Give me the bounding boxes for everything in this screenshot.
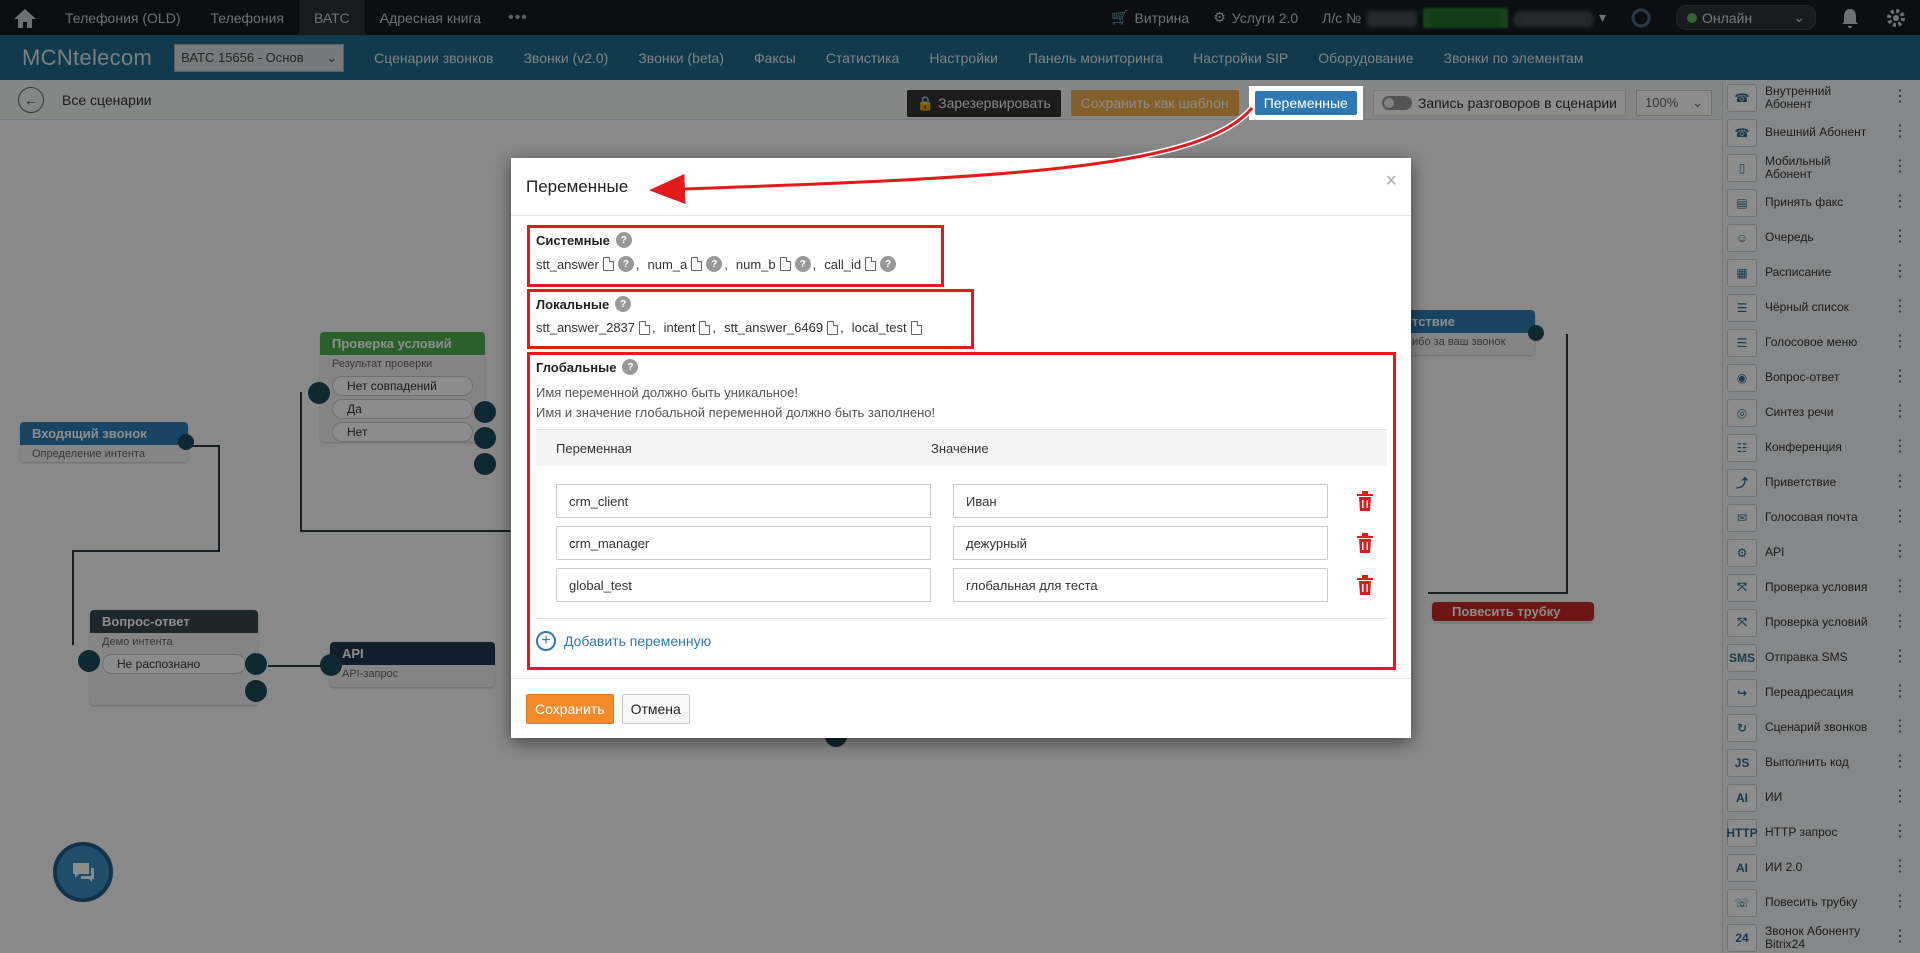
required-note: Имя и значение глобальной переменной дол… xyxy=(536,405,936,420)
var-name: intent xyxy=(663,320,696,335)
help-icon[interactable]: ? xyxy=(706,256,723,272)
modal-title: Переменные xyxy=(526,176,629,196)
help-icon[interactable]: ? xyxy=(880,256,897,272)
var-name: stt_answer xyxy=(536,256,599,272)
help-icon[interactable]: ? xyxy=(615,232,632,248)
local-var: stt_answer_6469 xyxy=(724,320,839,335)
local-var: stt_answer_2837 xyxy=(536,320,651,335)
variables-button-highlight: Переменные xyxy=(1248,86,1363,120)
section-title: Глобальные xyxy=(536,359,617,375)
trash-icon[interactable] xyxy=(1356,533,1374,553)
copy-icon[interactable] xyxy=(827,320,839,335)
modal-header: Переменные × xyxy=(511,158,1411,216)
variable-value-input[interactable]: дежурный xyxy=(953,526,1328,560)
modal-footer: Сохранить Отмена xyxy=(511,678,1411,738)
copy-icon[interactable] xyxy=(639,320,651,335)
save-button[interactable]: Сохранить xyxy=(526,693,614,724)
system-var: call_id? xyxy=(824,256,897,272)
global-variables-table: Переменная Значение crm_client Иван crm_… xyxy=(536,429,1387,651)
uniqueness-note: Имя переменной должно быть уникальное! xyxy=(536,385,799,400)
trash-icon[interactable] xyxy=(1356,491,1374,511)
copy-icon[interactable] xyxy=(691,257,703,271)
system-variables-section: Системные? stt_answer?, num_a?, num_b?, … xyxy=(527,225,944,287)
help-icon[interactable]: ? xyxy=(794,256,811,272)
help-icon[interactable]: ? xyxy=(617,256,634,272)
system-var: num_b? xyxy=(736,256,811,272)
local-var: intent xyxy=(664,320,711,335)
local-variables-section: Локальные? stt_answer_2837, intent, stt_… xyxy=(527,289,974,349)
local-var: local_test xyxy=(852,320,922,335)
cancel-button[interactable]: Отмена xyxy=(621,693,690,724)
var-name: local_test xyxy=(851,320,907,335)
copy-icon[interactable] xyxy=(865,257,877,271)
variable-value-input[interactable]: Иван xyxy=(953,484,1328,518)
var-name: stt_answer_6469 xyxy=(724,320,824,335)
section-title: Системные xyxy=(536,232,610,248)
column-header-name: Переменная xyxy=(556,440,632,456)
plus-circle-icon: + xyxy=(536,631,556,651)
copy-icon[interactable] xyxy=(779,257,791,271)
column-header-value: Значение xyxy=(931,440,989,456)
variables-modal: Переменные × Системные? stt_answer?, num… xyxy=(511,158,1411,738)
close-icon[interactable]: × xyxy=(1385,170,1397,193)
trash-icon[interactable] xyxy=(1356,575,1374,595)
section-title: Локальные xyxy=(536,296,610,312)
add-variable-label: Добавить переменную xyxy=(564,633,712,649)
add-variable-button[interactable]: + Добавить переменную xyxy=(536,618,1387,651)
variable-value-input[interactable]: глобальная для теста xyxy=(953,568,1328,602)
copy-icon[interactable] xyxy=(910,320,922,335)
table-row: crm_client Иван xyxy=(536,480,1387,522)
variable-name-input[interactable]: global_test xyxy=(556,568,931,602)
table-row: global_test глобальная для теста xyxy=(536,564,1387,606)
system-var: num_a? xyxy=(648,256,723,272)
help-icon[interactable]: ? xyxy=(622,359,639,375)
system-var: stt_answer? xyxy=(536,256,634,272)
var-name: call_id xyxy=(824,256,862,272)
var-name: num_b xyxy=(735,256,776,272)
var-name: num_a xyxy=(647,256,688,272)
help-icon[interactable]: ? xyxy=(615,296,632,312)
overlay-top xyxy=(0,0,1920,80)
table-row: crm_manager дежурный xyxy=(536,522,1387,564)
table-header: Переменная Значение xyxy=(536,430,1387,466)
copy-icon[interactable] xyxy=(602,257,614,271)
global-variables-section: Глобальные? Имя переменной должно быть у… xyxy=(527,352,1396,670)
var-name: stt_answer_2837 xyxy=(536,320,636,335)
variables-button[interactable]: Переменные xyxy=(1254,91,1357,115)
variable-name-input[interactable]: crm_manager xyxy=(556,526,931,560)
variable-name-input[interactable]: crm_client xyxy=(556,484,931,518)
copy-icon[interactable] xyxy=(699,320,711,335)
